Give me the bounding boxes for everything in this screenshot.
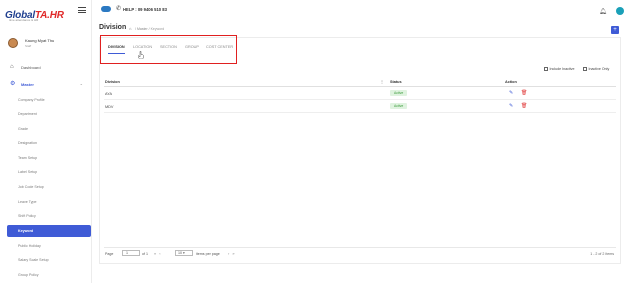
page-label: Page — [105, 252, 114, 256]
sidebar-subitem-label: Leave Type — [18, 200, 37, 204]
sidebar-item-label: Master — [21, 82, 34, 87]
column-menu-icon[interactable]: ⋮ — [380, 79, 384, 84]
sidebar-subitem-label: Grade — [18, 127, 28, 131]
sidebar-subitem-label: Team Setup — [18, 156, 38, 160]
app-logo[interactable]: GlobalTA.HR time attendance & HR — [5, 5, 65, 22]
sidebar-subitem-leave-type[interactable]: Leave Type — [0, 196, 92, 208]
sidebar-subitem-designation[interactable]: Designation — [0, 137, 92, 149]
breadcrumb-current: Keyword — [150, 27, 165, 31]
page-of-label: of 1 — [142, 252, 148, 256]
sidebar-subitem-salary-scale-setup[interactable]: Salary Scale Setup — [0, 254, 92, 266]
sidebar-subitem-grade[interactable]: Grade — [0, 123, 92, 135]
pagination: Page 1 of 1 «‹ 10 ▾ items per page ›» 1 … — [104, 247, 616, 257]
sidebar-subitem-label: Label Setup — [18, 170, 38, 174]
phone-icon: ✆ — [116, 6, 122, 12]
edit-icon[interactable]: ✎ — [509, 103, 513, 109]
avatar — [8, 38, 18, 48]
content-card — [99, 37, 621, 264]
checkbox-box — [583, 67, 587, 72]
sidebar-subitem-label: Company Profile — [18, 98, 45, 102]
trash-icon[interactable]: 🗑︎ — [521, 103, 527, 109]
next-last-page-buttons[interactable]: ›» — [228, 251, 238, 256]
user-role: Staff — [25, 44, 32, 48]
items-per-page-select[interactable]: 10 ▾ — [175, 250, 193, 256]
column-header-action: Action — [505, 80, 517, 84]
logo-hr-text: TA.HR — [34, 10, 64, 21]
column-header-status[interactable]: Status — [390, 80, 402, 84]
sidebar-subitem-label: Public Holiday — [18, 244, 41, 248]
sidebar-subitem-label: Group Policy — [18, 273, 39, 277]
first-prev-page-buttons[interactable]: «‹ — [154, 251, 164, 256]
help-phone-text: HELP : 09 9406 510 83 — [123, 7, 167, 12]
table-header: Division ⋮ Status Action — [104, 77, 616, 87]
include-inactive-checkbox[interactable]: Include Inactive — [544, 67, 575, 72]
items-range-text: 1 - 2 of 2 items — [590, 252, 614, 256]
inactive-only-label: Inactive Only — [588, 67, 610, 71]
edit-icon[interactable]: ✎ — [509, 90, 513, 96]
breadcrumb-home-icon[interactable]: ⌂ — [129, 26, 131, 31]
chevron-down-icon: ⌄ — [79, 81, 83, 86]
sidebar-subitem-company-profile[interactable]: Company Profile — [0, 94, 92, 106]
top-avatar[interactable] — [616, 7, 624, 15]
sidebar-subitem-public-holiday[interactable]: Public Holiday — [0, 240, 92, 252]
sidebar-item-dashboard[interactable]: ⌂ Dashboard — [0, 61, 92, 73]
sidebar-subitem-label: Job Code Setup — [18, 185, 44, 189]
cell-division: MDV — [105, 105, 114, 109]
sidebar-subitem-job-code-setup[interactable]: Job Code Setup — [0, 181, 92, 193]
checkbox-box — [544, 67, 548, 72]
inactive-only-checkbox[interactable]: Inactive Only — [583, 67, 610, 72]
status-badge: Active — [390, 103, 408, 109]
sidebar-subitem-team-setup[interactable]: Team Setup — [0, 152, 92, 164]
cell-division: AYA — [105, 92, 113, 96]
sidebar-subitem-department[interactable]: Department — [0, 108, 92, 120]
table-row[interactable]: MDV Active ✎ 🗑︎ — [104, 101, 616, 113]
user-profile[interactable]: Kaung Myat Thu Staff — [8, 36, 88, 52]
trash-icon[interactable]: 🗑︎ — [521, 90, 527, 96]
add-button[interactable]: + — [611, 26, 619, 34]
home-icon: ⌂ — [10, 64, 14, 70]
table-row[interactable]: AYA Active ✎ 🗑︎ — [104, 88, 616, 100]
sidebar-subitem-keyword[interactable]: Keyword — [7, 225, 91, 237]
sidebar-subitem-label-setup[interactable]: Label Setup — [0, 166, 92, 178]
breadcrumb: / Master / Keyword — [135, 27, 165, 31]
sidebar-subitem-label: Department — [18, 112, 37, 116]
sidebar-subitem-group-policy[interactable]: Group Policy — [0, 269, 92, 281]
sidebar-item-master[interactable]: ⚙ Master ⌄ — [0, 78, 92, 90]
topbar: ✆ HELP : 09 9406 510 83 🔔︎ — [92, 0, 628, 20]
help-badge-icon — [101, 6, 111, 12]
sidebar-subitem-label: Shift Policy — [18, 214, 36, 218]
breadcrumb-parent[interactable]: Master — [137, 27, 148, 31]
sidebar-subitem-label: Designation — [18, 141, 37, 145]
menu-toggle-icon[interactable] — [78, 7, 86, 13]
sidebar-subitem-shift-policy[interactable]: Shift Policy — [0, 210, 92, 222]
sidebar-item-label: Dashboard — [21, 65, 41, 70]
status-badge: Active — [390, 90, 408, 96]
bell-icon[interactable]: 🔔︎ — [599, 8, 607, 15]
page-title: Division — [99, 24, 127, 31]
hand-cursor-icon — [138, 51, 144, 59]
logo-tagline: time attendance & HR — [9, 18, 39, 22]
include-inactive-label: Include Inactive — [549, 67, 575, 71]
highlight-annotation-box — [100, 35, 237, 64]
settings-icon: ⚙ — [10, 81, 16, 87]
column-header-division[interactable]: Division — [105, 80, 120, 84]
items-per-page-label: items per page — [196, 252, 220, 256]
page-number-input[interactable]: 1 — [122, 250, 140, 256]
sidebar: GlobalTA.HR time attendance & HR Kaung M… — [0, 0, 92, 283]
sidebar-subitem-label: Salary Scale Setup — [18, 258, 49, 262]
items-per-page-value: 10 — [178, 251, 182, 255]
sidebar-subitem-label: Keyword — [18, 229, 34, 233]
user-name: Kaung Myat Thu — [25, 38, 55, 43]
